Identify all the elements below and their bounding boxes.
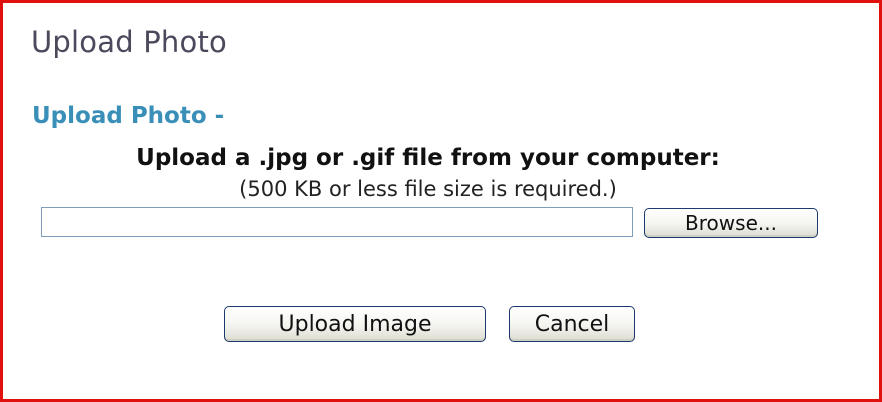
browse-button[interactable]: Browse... [644, 208, 818, 238]
file-path-input[interactable] [41, 207, 633, 237]
upload-photo-dialog: Upload Photo Upload Photo - Upload a .jp… [0, 0, 882, 402]
dialog-title: Upload Photo [31, 25, 227, 59]
upload-image-button[interactable]: Upload Image [224, 306, 486, 342]
upload-instruction: Upload a .jpg or .gif file from your com… [136, 145, 720, 171]
file-size-requirement: (500 KB or less file size is required.) [239, 177, 617, 201]
section-heading: Upload Photo - [32, 103, 225, 129]
cancel-button[interactable]: Cancel [509, 306, 635, 342]
